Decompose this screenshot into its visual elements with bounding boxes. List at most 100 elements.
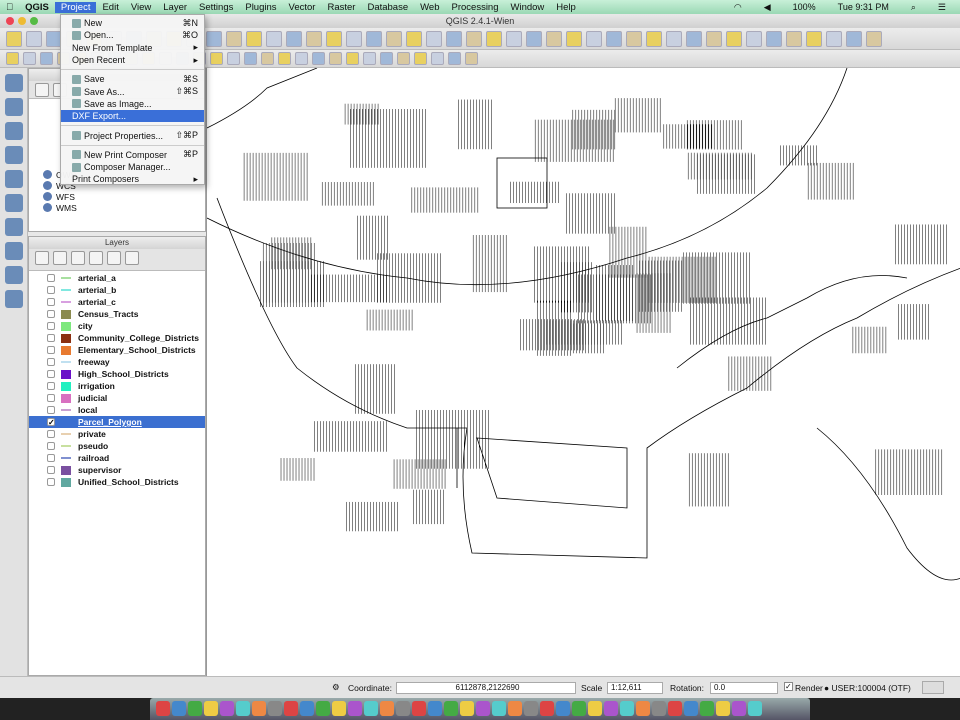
layer-item[interactable]: freeway	[29, 356, 205, 368]
layer-item[interactable]: arterial_b	[29, 284, 205, 296]
toolbar-tool-icon[interactable]	[786, 30, 802, 47]
zoom-window-button[interactable]	[30, 17, 38, 25]
dock-app-icon[interactable]	[716, 701, 730, 716]
layer-item[interactable]: city	[29, 320, 205, 332]
layer-item[interactable]: ✓ Parcel_Polygon	[29, 416, 205, 428]
toolbar-tool-icon[interactable]	[706, 30, 722, 47]
toolbar-tool-icon[interactable]	[846, 30, 862, 47]
add-spatialite-layer-icon[interactable]	[5, 146, 23, 164]
layer-item[interactable]: Community_College_Districts	[29, 332, 205, 344]
dock-app-icon[interactable]	[732, 701, 746, 716]
toolbar-tool-icon[interactable]	[406, 30, 422, 47]
toolbar-tool-icon[interactable]	[766, 30, 782, 47]
toolbar-tool-icon[interactable]	[380, 52, 393, 65]
dock-app-icon[interactable]	[668, 701, 682, 716]
toolbar-tool-icon[interactable]	[210, 52, 223, 65]
browser-item-wfs[interactable]: WFS	[29, 191, 205, 202]
add-postgis-layer-icon[interactable]	[5, 122, 23, 140]
toolbar-tool-icon[interactable]	[326, 30, 342, 47]
layer-item[interactable]: railroad	[29, 452, 205, 464]
dock-app-icon[interactable]	[204, 701, 218, 716]
toolbar-tool-icon[interactable]	[746, 30, 762, 47]
dock-app-icon[interactable]	[332, 701, 346, 716]
toolbar-tool-icon[interactable]	[312, 52, 325, 65]
toolbar-tool-icon[interactable]	[414, 52, 427, 65]
toolbar-tool-icon[interactable]	[227, 52, 240, 65]
toolbar-tool-icon[interactable]	[446, 30, 462, 47]
toolbar-tool-icon[interactable]	[244, 52, 257, 65]
render-checkbox[interactable]: ✓	[784, 682, 793, 691]
layer-visibility-checkbox[interactable]	[47, 298, 55, 306]
coordinate-toggle-icon[interactable]: ⚙	[332, 682, 340, 693]
coordinate-field[interactable]: 6112878,2122690	[396, 682, 576, 694]
spotlight-icon[interactable]: ⌕	[905, 2, 922, 13]
dock-app-icon[interactable]	[652, 701, 666, 716]
layer-item[interactable]: irrigation	[29, 380, 205, 392]
layer-visibility-checkbox[interactable]	[47, 430, 55, 438]
toolbar-tool-icon[interactable]	[526, 30, 542, 47]
dock-app-icon[interactable]	[604, 701, 618, 716]
menu-item-project-properties[interactable]: Project Properties... ⇧⌘P	[61, 129, 204, 141]
layer-item[interactable]: supervisor	[29, 464, 205, 476]
toolbar-tool-icon[interactable]	[606, 30, 622, 47]
toolbar-tool-icon[interactable]	[397, 52, 410, 65]
toolbar-tool-icon[interactable]	[226, 30, 242, 47]
refresh-icon[interactable]	[35, 83, 49, 97]
menu-window[interactable]: Window	[505, 2, 551, 13]
dock-app-icon[interactable]	[684, 701, 698, 716]
layer-item[interactable]: arterial_a	[29, 272, 205, 284]
dock-app-icon[interactable]	[348, 701, 362, 716]
dock-app-icon[interactable]	[428, 701, 442, 716]
layer-visibility-checkbox[interactable]	[47, 394, 55, 402]
dock-app-icon[interactable]	[396, 701, 410, 716]
menu-item-print-composers[interactable]: Print Composers ▸	[61, 173, 204, 185]
toolbar-tool-icon[interactable]	[206, 30, 222, 47]
dock-app-icon[interactable]	[588, 701, 602, 716]
menu-database[interactable]: Database	[361, 2, 414, 13]
dock-app-icon[interactable]	[572, 701, 586, 716]
toolbar-tool-icon[interactable]	[363, 52, 376, 65]
layer-visibility-checkbox[interactable]	[47, 310, 55, 318]
toolbar-tool-icon[interactable]	[295, 52, 308, 65]
add-wms-layer-icon[interactable]	[5, 194, 23, 212]
menu-web[interactable]: Web	[414, 2, 445, 13]
add-delimited-text-layer-icon[interactable]	[5, 266, 23, 284]
add-vector-layer-icon[interactable]	[5, 74, 23, 92]
layer-item[interactable]: Elementary_School_Districts	[29, 344, 205, 356]
toolbar-tool-icon[interactable]	[566, 30, 582, 47]
layer-visibility-checkbox[interactable]	[47, 478, 55, 486]
remove-layer-icon[interactable]	[125, 251, 139, 265]
dock-app-icon[interactable]	[188, 701, 202, 716]
dock-app-icon[interactable]	[700, 701, 714, 716]
dock-app-icon[interactable]	[156, 701, 170, 716]
layer-visibility-checkbox[interactable]	[47, 406, 55, 414]
map-canvas[interactable]	[206, 67, 960, 676]
toolbar-tool-icon[interactable]	[465, 52, 478, 65]
toolbar-tool-icon[interactable]	[506, 30, 522, 47]
battery-status[interactable]: 100%	[787, 2, 822, 12]
toolbar-tool-icon[interactable]	[6, 52, 19, 65]
menu-processing[interactable]: Processing	[446, 2, 505, 13]
toolbar-tool-icon[interactable]	[261, 52, 274, 65]
layer-item[interactable]: arterial_c	[29, 296, 205, 308]
toolbar-tool-icon[interactable]	[278, 52, 291, 65]
toolbar-tool-icon[interactable]	[26, 30, 42, 47]
add-wcs-layer-icon[interactable]	[5, 218, 23, 236]
menu-item-save[interactable]: Save ⌘S	[61, 73, 204, 85]
menu-raster[interactable]: Raster	[321, 2, 361, 13]
layer-visibility-checkbox[interactable]	[47, 334, 55, 342]
layer-item[interactable]: local	[29, 404, 205, 416]
toolbar-tool-icon[interactable]	[23, 52, 36, 65]
toolbar-tool-icon[interactable]	[431, 52, 444, 65]
menu-help[interactable]: Help	[550, 2, 582, 13]
add-wfs-layer-icon[interactable]	[5, 242, 23, 260]
crs-status-button[interactable]: ● USER:100004 (OTF)	[824, 683, 911, 693]
browser-item-wms[interactable]: WMS	[29, 202, 205, 213]
close-window-button[interactable]	[6, 17, 14, 25]
toolbar-tool-icon[interactable]	[266, 30, 282, 47]
menu-item-save-as-image[interactable]: Save as Image...	[61, 98, 204, 110]
toolbar-tool-icon[interactable]	[466, 30, 482, 47]
dock-app-icon[interactable]	[268, 701, 282, 716]
dock-app-icon[interactable]	[444, 701, 458, 716]
layer-visibility-checkbox[interactable]	[47, 358, 55, 366]
